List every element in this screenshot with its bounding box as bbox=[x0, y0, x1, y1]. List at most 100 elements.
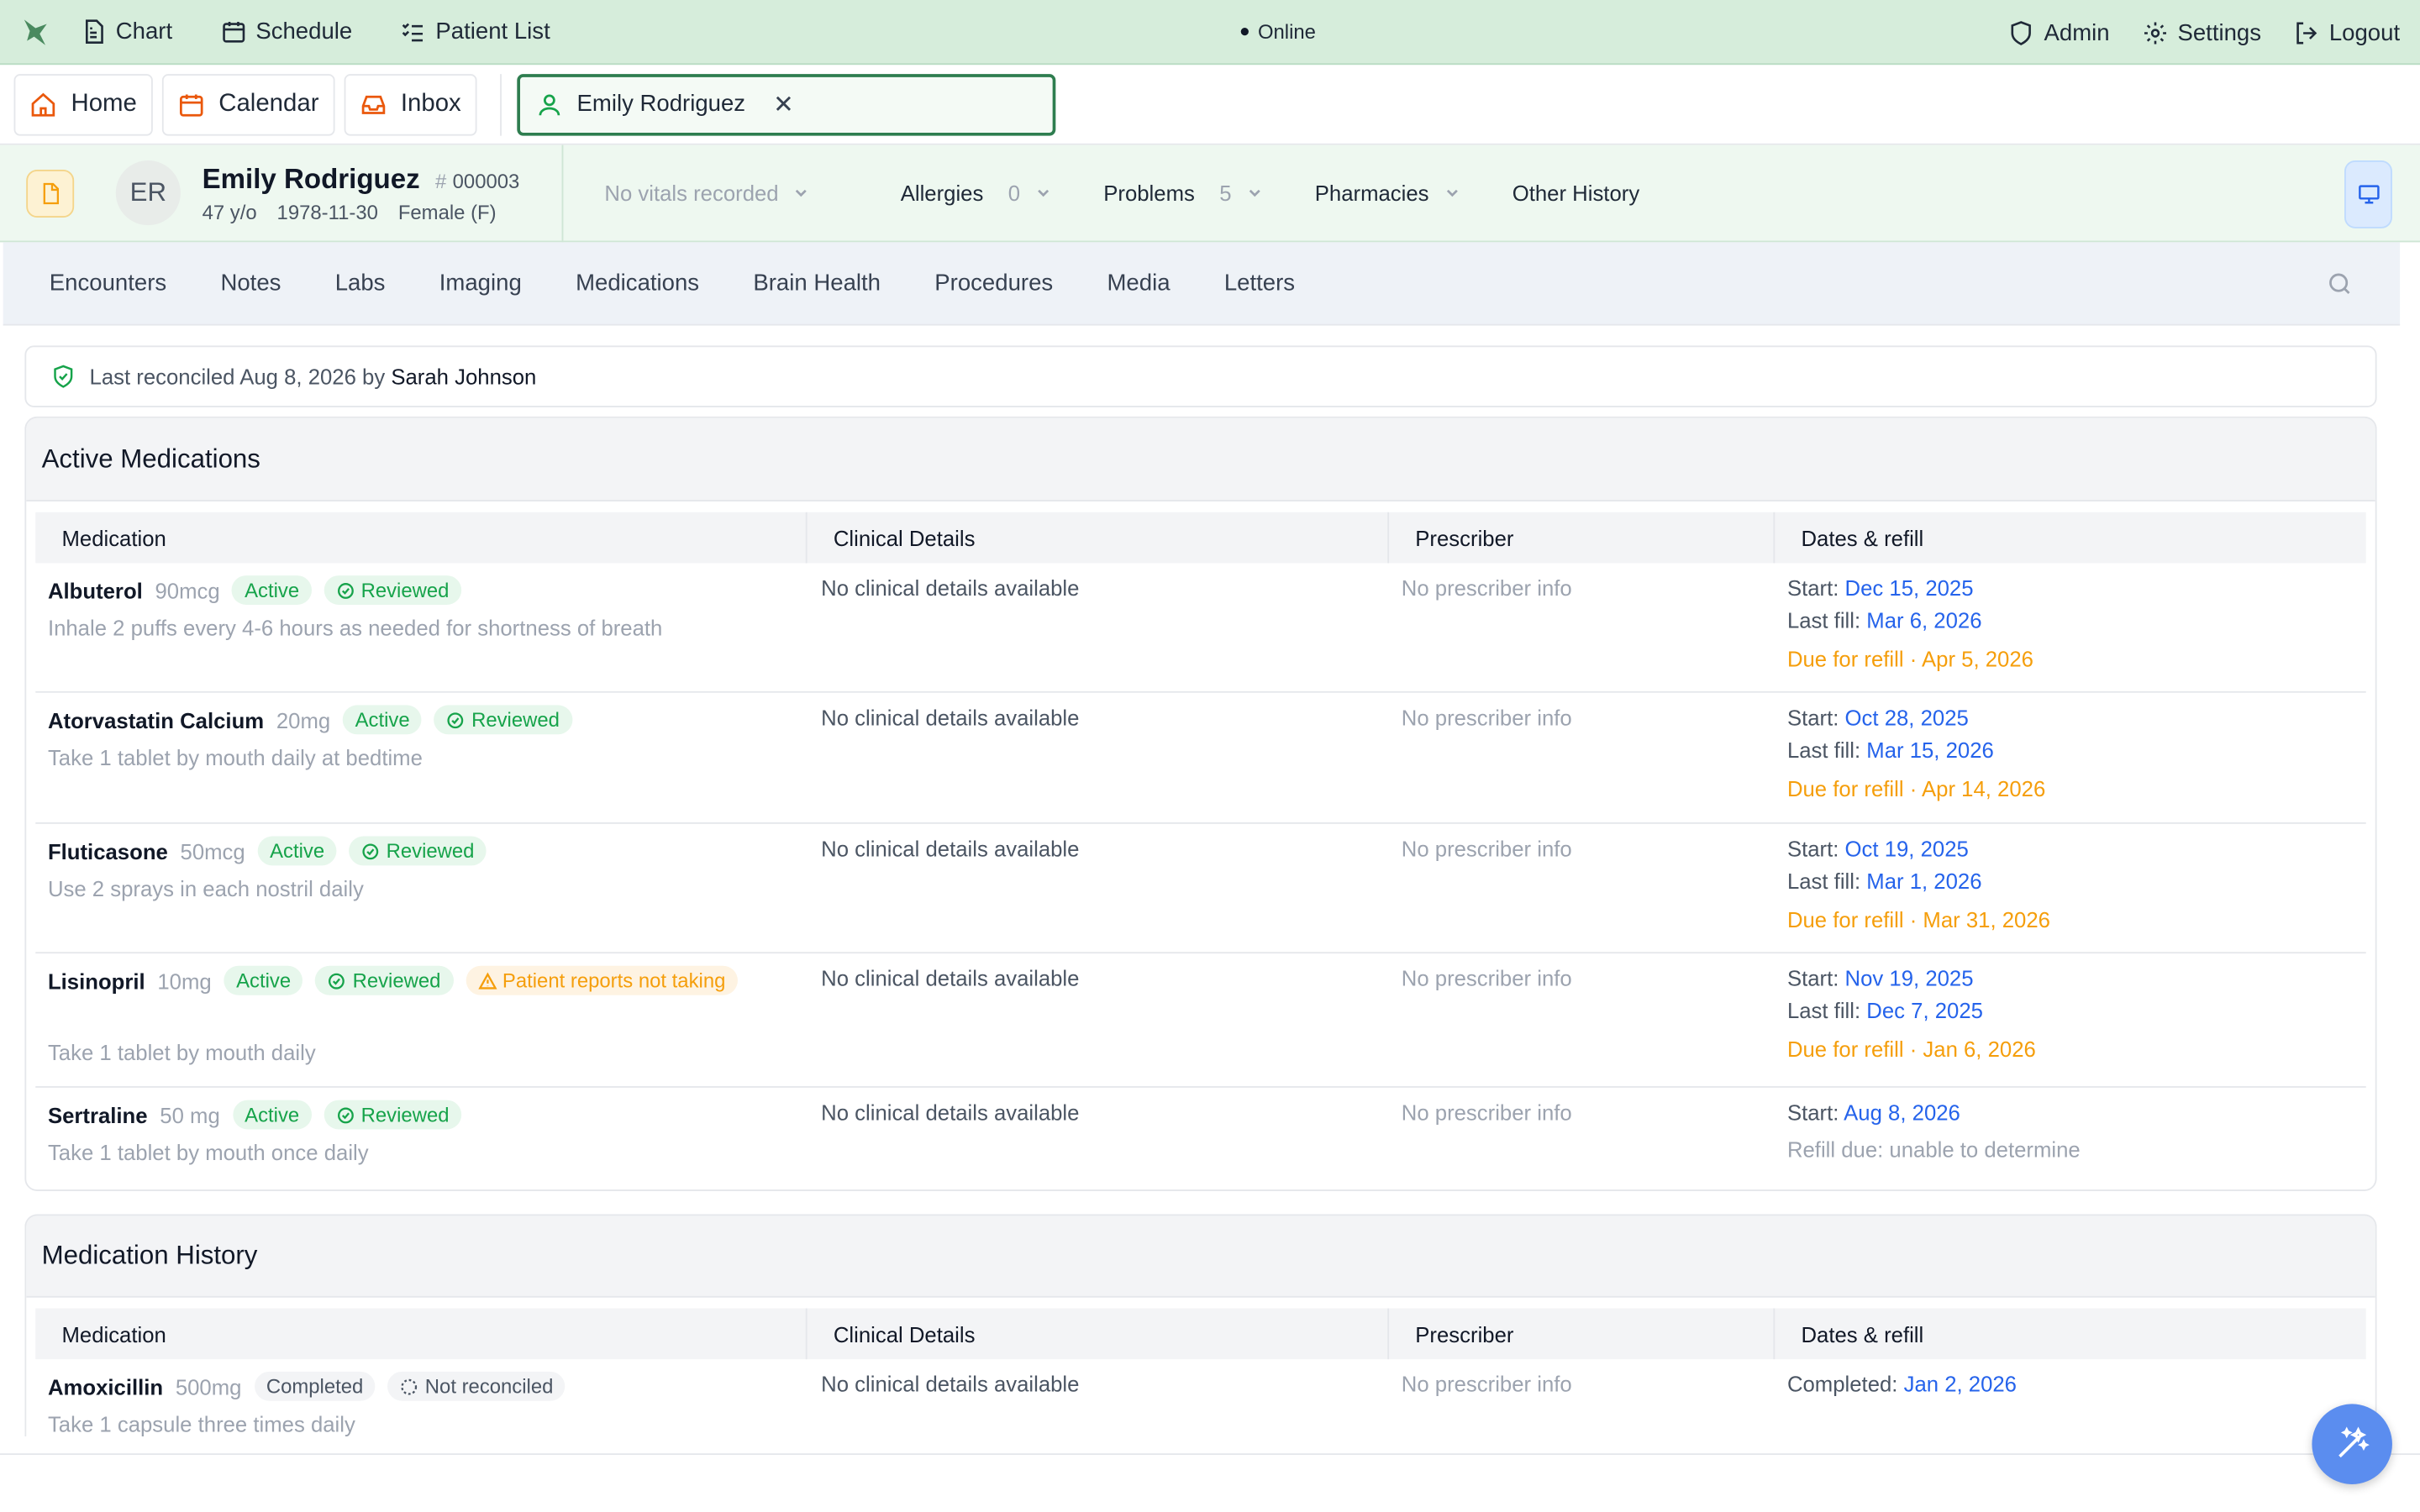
table-header: Medication Clinical Details Prescriber D… bbox=[35, 512, 2366, 564]
tab-imaging[interactable]: Imaging bbox=[439, 270, 522, 296]
patient-documents-button[interactable] bbox=[26, 169, 75, 218]
status-dot-icon bbox=[1240, 28, 1249, 36]
start-date: Oct 19, 2025 bbox=[1844, 836, 1969, 861]
ai-assistant-button[interactable] bbox=[2312, 1404, 2392, 1484]
other-history-link[interactable]: Other History bbox=[1512, 181, 1639, 205]
nav-logout-label: Logout bbox=[2328, 18, 2401, 46]
patient-id: #000003 bbox=[435, 169, 519, 192]
table-row[interactable]: Atorvastatin Calcium 20mg Active Reviewe… bbox=[35, 693, 2366, 824]
table-row[interactable]: Amoxicillin 500mg Completed Not reconcil… bbox=[35, 1359, 2365, 1436]
close-icon[interactable]: ✕ bbox=[773, 89, 794, 120]
warning-badge: Patient reports not taking bbox=[465, 965, 739, 995]
start-date: Oct 28, 2025 bbox=[1844, 705, 1969, 730]
patient-dob: 1978-11-30 bbox=[276, 199, 378, 223]
table-row[interactable]: Fluticasone 50mcg Active Reviewed Use 2 … bbox=[35, 824, 2366, 954]
start-label: Start: bbox=[1786, 705, 1839, 730]
med-dose: 500mg bbox=[175, 1373, 242, 1399]
reconciled-text-value: Last reconciled Aug 8, 2026 by bbox=[89, 364, 386, 389]
tab-calendar-label: Calendar bbox=[218, 90, 319, 117]
allergies-dropdown[interactable]: Allergies 0 bbox=[901, 181, 1051, 205]
prescriber: No prescriber info bbox=[1401, 965, 1572, 991]
status-badge: Active bbox=[257, 836, 337, 866]
chart-section-tabs: Encounters Notes Labs Imaging Medication… bbox=[3, 242, 2401, 326]
col-dates-refill: Dates & refill bbox=[1801, 525, 1924, 550]
chevron-down-icon bbox=[796, 189, 808, 197]
search-icon[interactable] bbox=[2326, 270, 2354, 297]
tab-encounters[interactable]: Encounters bbox=[50, 270, 166, 296]
app-logo-icon[interactable] bbox=[18, 14, 52, 48]
tab-notes[interactable]: Notes bbox=[220, 270, 281, 296]
shield-check-icon bbox=[54, 365, 73, 388]
med-instructions: Take 1 tablet by mouth daily at bedtime bbox=[47, 745, 423, 770]
med-name[interactable]: Fluticasone bbox=[48, 838, 168, 863]
tab-media[interactable]: Media bbox=[1107, 270, 1170, 296]
last-fill-label: Last fill: bbox=[1786, 737, 1861, 763]
start-label: Start: bbox=[1786, 965, 1839, 991]
tab-labs[interactable]: Labs bbox=[335, 270, 386, 296]
home-icon bbox=[31, 92, 55, 116]
reviewed-label: Reviewed bbox=[360, 1103, 450, 1126]
pharmacies-dropdown[interactable]: Pharmacies bbox=[1315, 181, 1460, 205]
top-nav-right: Admin Settings Logout bbox=[2008, 0, 2400, 65]
tab-inbox[interactable]: Inbox bbox=[343, 73, 477, 135]
connection-status: Online bbox=[1240, 20, 1316, 43]
tab-procedures[interactable]: Procedures bbox=[934, 270, 1053, 296]
warning-label: Patient reports not taking bbox=[502, 969, 726, 993]
med-instructions: Inhale 2 puffs every 4-6 hours as needed… bbox=[47, 615, 663, 641]
nav-logout[interactable]: Logout bbox=[2294, 18, 2401, 46]
monitor-icon bbox=[2358, 185, 2379, 204]
start-label: Start: bbox=[1786, 1100, 1839, 1125]
nav-schedule[interactable]: Schedule bbox=[220, 18, 352, 45]
tab-patient[interactable]: Emily Rodriguez ✕ bbox=[516, 73, 1055, 135]
nav-admin[interactable]: Admin bbox=[2008, 19, 2110, 45]
med-name[interactable]: Atorvastatin Calcium bbox=[48, 707, 264, 732]
tab-calendar[interactable]: Calendar bbox=[161, 73, 334, 135]
nav-settings[interactable]: Settings bbox=[2142, 19, 2261, 45]
table-row[interactable]: Lisinopril 10mg Active Reviewed Patient … bbox=[35, 953, 2366, 1088]
med-name[interactable]: Sertraline bbox=[48, 1102, 148, 1126]
status-badge: Active bbox=[232, 575, 312, 606]
med-dose: 50 mg bbox=[160, 1102, 220, 1127]
hash-icon: # bbox=[435, 169, 447, 192]
check-circle-icon bbox=[362, 843, 379, 859]
workspace-tabs: Home Calendar Inbox Emily Rodriguez ✕ bbox=[0, 65, 2420, 145]
active-medications-table: Medication Clinical Details Prescriber D… bbox=[26, 501, 2375, 1189]
refill-note: Refill due: unable to determine bbox=[1786, 1137, 2081, 1163]
chevron-down-icon bbox=[1038, 189, 1050, 197]
med-name[interactable]: Amoxicillin bbox=[48, 1374, 163, 1399]
check-circle-icon bbox=[329, 972, 345, 989]
tab-divider bbox=[499, 73, 502, 135]
tab-medications[interactable]: Medications bbox=[576, 270, 699, 296]
med-name[interactable]: Albuterol bbox=[48, 578, 143, 602]
medication-history-table: Medication Clinical Details Prescriber D… bbox=[26, 1298, 2375, 1436]
reviewed-badge: Reviewed bbox=[324, 1100, 462, 1130]
refill-due: Due for refill · Jan 6, 2026 bbox=[1786, 1037, 2036, 1062]
med-dose: 10mg bbox=[157, 968, 212, 993]
document-icon bbox=[86, 19, 103, 44]
monitor-view-button[interactable] bbox=[2344, 160, 2392, 228]
not-reconciled-badge: Not reconciled bbox=[387, 1371, 566, 1401]
dates-refill: Start: Nov 19, 2025 Last fill: Dec 7, 20… bbox=[1775, 953, 2365, 1086]
vitals-dropdown[interactable]: No vitals recorded bbox=[604, 181, 809, 205]
tab-brain-health[interactable]: Brain Health bbox=[753, 270, 881, 296]
problems-dropdown[interactable]: Problems 5 bbox=[1103, 181, 1262, 205]
nav-chart[interactable]: Chart bbox=[81, 18, 172, 45]
tab-patient-label: Emily Rodriguez bbox=[576, 91, 746, 118]
tab-home[interactable]: Home bbox=[13, 73, 153, 135]
nav-patient-list-label: Patient List bbox=[435, 18, 550, 45]
table-row[interactable]: Albuterol 90mcg Active Reviewed Inhale 2… bbox=[35, 563, 2366, 693]
nav-patient-list[interactable]: Patient List bbox=[400, 18, 550, 45]
patient-sex: Female (F) bbox=[397, 199, 497, 223]
tab-letters[interactable]: Letters bbox=[1224, 270, 1295, 296]
magic-wand-icon bbox=[2338, 1426, 2370, 1458]
med-name[interactable]: Lisinopril bbox=[48, 969, 145, 993]
dates-refill: Completed: Jan 2, 2026 bbox=[1775, 1359, 2365, 1436]
reconciled-text: Last reconciled Aug 8, 2026 by Sarah Joh… bbox=[90, 364, 537, 388]
last-fill-date: Mar 1, 2026 bbox=[1866, 869, 1982, 894]
start-date: Aug 8, 2026 bbox=[1844, 1100, 1960, 1125]
med-instructions: Take 1 tablet by mouth once daily bbox=[47, 1140, 369, 1165]
prescriber: No prescriber info bbox=[1401, 575, 1572, 601]
gear-icon bbox=[2144, 21, 2166, 44]
dates-refill: Start: Oct 28, 2025 Last fill: Mar 15, 2… bbox=[1775, 693, 2365, 822]
table-row[interactable]: Sertraline 50 mg Active Reviewed Take 1 … bbox=[35, 1088, 2365, 1189]
